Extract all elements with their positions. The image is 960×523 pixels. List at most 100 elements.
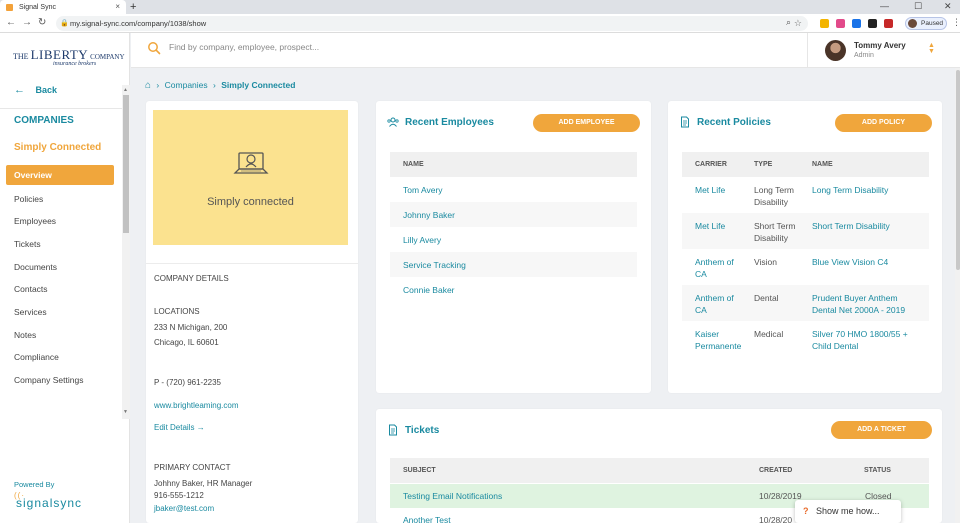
extension-icon[interactable] <box>852 19 861 28</box>
close-window-button[interactable]: ✕ <box>944 1 952 12</box>
policy-carrier-link[interactable]: Kaiser Permanente <box>695 328 741 352</box>
employees-name-column[interactable]: NAME <box>403 161 424 168</box>
signalsync-wordmark: signalsync <box>16 496 83 510</box>
policy-carrier-link[interactable]: Met Life <box>695 220 725 232</box>
employee-link[interactable]: Connie Baker <box>403 285 455 295</box>
carrier-line: CA <box>695 305 707 315</box>
employee-link[interactable]: Lilly Avery <box>403 235 441 245</box>
url-field[interactable]: 🔒 my.signal-sync.com/company/1038/show ☆ <box>56 16 808 31</box>
companies-section-title[interactable]: COMPANIES <box>14 115 74 126</box>
policy-name-link[interactable]: Blue View Vision C4 <box>812 256 888 268</box>
sidebar-scroll-thumb[interactable] <box>123 95 129 233</box>
search-input[interactable] <box>169 42 569 52</box>
table-row[interactable]: Anthem of CA Dental Prudent Buyer Anthem D… <box>682 285 929 321</box>
table-row[interactable]: Met Life Short Term Disability Short Term… <box>682 213 929 249</box>
add-policy-button[interactable]: ADD POLICY <box>835 114 932 132</box>
recent-policies-title-text: Recent Policies <box>697 116 771 128</box>
panel-divider <box>146 263 358 264</box>
ticket-subject-link[interactable]: Another Test <box>403 515 451 523</box>
sidebar-item-employees[interactable]: Employees <box>14 216 56 226</box>
employee-link[interactable]: Johnny Baker <box>403 210 455 220</box>
zoom-icon[interactable]: ⌕ <box>786 17 791 28</box>
reload-icon[interactable]: ↻ <box>38 17 46 28</box>
policy-name-link[interactable]: Short Term Disability <box>812 220 890 232</box>
carrier-line: Kaiser <box>695 329 720 339</box>
scroll-up-icon[interactable]: ▲ <box>123 87 128 93</box>
table-row[interactable]: Anthem of CA Vision Blue View Vision C4 <box>682 249 929 285</box>
scroll-down-icon[interactable]: ▼ <box>123 409 128 415</box>
table-row[interactable]: Lilly Avery <box>390 227 637 252</box>
primary-contact-name: Johhny Baker, HR Manager <box>154 479 253 488</box>
user-avatar[interactable] <box>825 40 846 61</box>
home-icon[interactable]: ⌂ <box>145 80 151 91</box>
show-me-how-label: Show me how... <box>816 506 880 516</box>
new-tab-button[interactable]: + <box>130 0 136 14</box>
table-row[interactable]: Met Life Long Term Disability Long Term D… <box>682 177 929 213</box>
ticket-created: 10/28/2019 <box>759 491 802 501</box>
tickets-title-text: Tickets <box>405 424 440 436</box>
sidebar-item-documents[interactable]: Documents <box>14 262 57 272</box>
employee-link[interactable]: Service Tracking <box>403 260 466 270</box>
add-ticket-button[interactable]: ADD A TICKET <box>831 421 932 439</box>
ticket-subject-link[interactable]: Testing Email Notifications <box>403 491 502 501</box>
forward-arrow-icon[interactable]: → <box>22 17 32 28</box>
extension-icon[interactable] <box>868 19 877 28</box>
sidebar-item-overview[interactable]: Overview <box>6 165 114 185</box>
policy-name-line: Prudent Buyer Anthem <box>812 293 898 303</box>
add-employee-button[interactable]: ADD EMPLOYEE <box>533 114 640 132</box>
policy-carrier-link[interactable]: Anthem of CA <box>695 256 734 280</box>
primary-contact-email-link[interactable]: jbaker@test.com <box>154 504 214 513</box>
signal-sync-favicon-icon <box>6 3 13 11</box>
sidebar-item-tickets[interactable]: Tickets <box>14 239 41 249</box>
employee-link[interactable]: Tom Avery <box>403 185 443 195</box>
back-link[interactable]: ← Back <box>14 84 57 96</box>
table-row[interactable]: Kaiser Permanente Medical Silver 70 HMO 1… <box>682 321 929 357</box>
policy-type: Medical <box>754 328 783 340</box>
extension-icon[interactable] <box>820 19 829 28</box>
profile-paused-button[interactable]: Paused <box>905 17 947 30</box>
locations-label: LOCATIONS <box>154 307 200 316</box>
extension-icon[interactable] <box>836 19 845 28</box>
sidebar-item-company-settings[interactable]: Company Settings <box>14 375 83 385</box>
user-name[interactable]: Tommy Avery <box>854 41 906 50</box>
policy-name-link[interactable]: Prudent Buyer Anthem Dental Net 2000A - 2… <box>812 292 905 316</box>
status-column[interactable]: STATUS <box>864 467 891 474</box>
minimize-button[interactable]: — <box>880 1 889 11</box>
type-line: Short Term <box>754 221 796 231</box>
name-column[interactable]: NAME <box>812 161 833 168</box>
type-line: Disability <box>754 233 789 243</box>
company-website-link[interactable]: www.brightleaming.com <box>154 401 238 410</box>
policy-carrier-link[interactable]: Met Life <box>695 184 725 196</box>
back-arrow-icon[interactable]: ← <box>6 17 16 28</box>
carrier-column[interactable]: CARRIER <box>695 161 727 168</box>
table-row[interactable]: Connie Baker <box>390 277 637 302</box>
table-row[interactable]: Tom Avery <box>390 177 637 202</box>
sidebar-item-compliance[interactable]: Compliance <box>14 352 59 362</box>
policy-name-link[interactable]: Silver 70 HMO 1800/55 + Child Dental <box>812 328 908 352</box>
page-scroll-thumb[interactable] <box>956 70 960 270</box>
subject-column[interactable]: SUBJECT <box>403 467 436 474</box>
table-row[interactable]: Service Tracking <box>390 252 637 277</box>
maximize-button[interactable]: ☐ <box>914 1 922 12</box>
policy-carrier-link[interactable]: Anthem of CA <box>695 292 734 316</box>
sidebar-item-services[interactable]: Services <box>14 307 47 317</box>
logo-company: COMPANY <box>90 53 125 61</box>
user-menu-toggle-icon[interactable]: ▲ ▼ <box>928 42 935 55</box>
policy-name-line: Dental Net 2000A - 2019 <box>812 305 906 315</box>
edit-details-link[interactable]: Edit Details → <box>154 423 205 432</box>
sidebar-item-policies[interactable]: Policies <box>14 194 43 204</box>
show-me-how-button[interactable]: ? Show me how... <box>795 500 901 523</box>
created-column[interactable]: CREATED <box>759 467 792 474</box>
browser-menu-icon[interactable]: ⋮ <box>952 17 960 28</box>
browser-tab[interactable]: Signal Sync × <box>0 0 126 14</box>
sidebar-item-notes[interactable]: Notes <box>14 330 36 340</box>
liberty-company-logo[interactable]: THE LIBERTY COMPANY insurance brokers <box>13 47 125 67</box>
bookmark-star-icon[interactable]: ☆ <box>794 16 802 31</box>
policy-name-link[interactable]: Long Term Disability <box>812 184 888 196</box>
extension-icon[interactable] <box>884 19 893 28</box>
tab-close-icon[interactable]: × <box>115 2 120 11</box>
type-column[interactable]: TYPE <box>754 161 772 168</box>
breadcrumb-companies[interactable]: Companies <box>165 80 208 90</box>
table-row[interactable]: Johnny Baker <box>390 202 637 227</box>
sidebar-item-contacts[interactable]: Contacts <box>14 284 48 294</box>
